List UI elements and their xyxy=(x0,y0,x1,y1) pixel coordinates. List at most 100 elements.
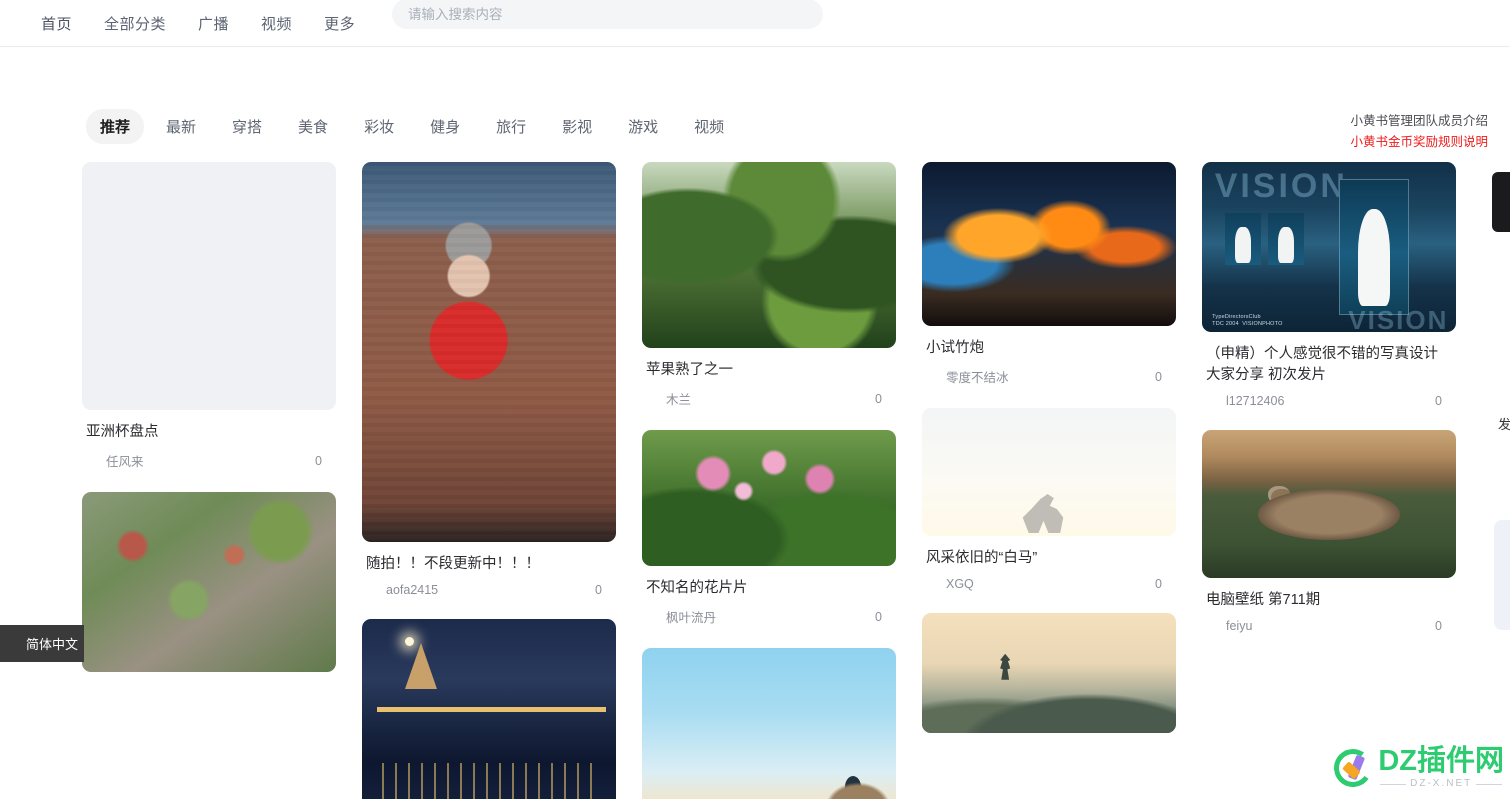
search-box[interactable] xyxy=(392,0,823,29)
feed-column-3: 苹果熟了之一 木兰 0 不知名的花片片 枫叶流丹 0 xyxy=(642,162,896,799)
feed-column-2: 随拍！！不段更新中！！！ aofa2415 0 xyxy=(362,162,616,799)
card-meta: 任风来 0 xyxy=(106,451,322,470)
clipped-card-placeholder-right[interactable] xyxy=(1494,520,1510,630)
card-author[interactable]: 任风来 xyxy=(106,451,144,470)
card-meta: XGQ 0 xyxy=(946,577,1162,591)
card-thumbnail[interactable]: VISION TypeDirectorsClub TDC 2004 VISIONP… xyxy=(1202,162,1456,332)
nav-item-video[interactable]: 视频 xyxy=(260,11,293,36)
card-title[interactable]: 电脑壁纸 第711期 xyxy=(1206,590,1452,611)
card-like-count[interactable]: 0 xyxy=(1435,619,1442,633)
language-switcher-label: 简体中文 xyxy=(25,637,78,652)
card-meta: aofa2415 0 xyxy=(386,583,602,597)
tab-newest[interactable]: 最新 xyxy=(152,109,210,144)
language-switcher-tab[interactable]: 简体中文 xyxy=(0,625,84,662)
card-thumbnail[interactable] xyxy=(82,162,336,410)
feed-card[interactable]: 随拍！！不段更新中！！！ aofa2415 0 xyxy=(362,162,616,597)
feed-card[interactable]: VISION TypeDirectorsClub TDC 2004 VISIONP… xyxy=(1202,162,1456,408)
feed-board: 亚洲杯盘点 任风来 0 随拍！！不段更新中！！！ aofa2415 0 苹果熟了… xyxy=(0,162,1510,799)
clipped-card-thumbnail-right[interactable] xyxy=(1492,172,1510,232)
tab-fitness[interactable]: 健身 xyxy=(416,109,474,144)
card-author[interactable]: aofa2415 xyxy=(386,583,438,597)
bridge-deck-shape xyxy=(377,707,606,712)
card-thumbnail[interactable] xyxy=(642,162,896,348)
nav-item-categories[interactable]: 全部分类 xyxy=(103,11,167,36)
feed-card[interactable] xyxy=(82,492,336,672)
card-title[interactable]: 风采依旧的“白马” xyxy=(926,548,1172,569)
card-like-count[interactable]: 0 xyxy=(1435,394,1442,408)
feed-card[interactable]: 苹果熟了之一 木兰 0 xyxy=(642,162,896,408)
card-author[interactable]: 木兰 xyxy=(666,389,691,408)
card-author[interactable]: 枫叶流丹 xyxy=(666,607,716,626)
card-title[interactable]: 苹果熟了之一 xyxy=(646,360,892,381)
card-like-count[interactable]: 0 xyxy=(1155,370,1162,384)
poster-title-text: VISION xyxy=(1214,167,1348,206)
card-title[interactable]: 随拍！！不段更新中！！！ xyxy=(366,554,612,575)
category-tab-row: 推荐 最新 穿搭 美食 彩妆 健身 旅行 影视 游戏 视频 xyxy=(0,100,1510,152)
feed-card[interactable] xyxy=(362,619,616,799)
feed-column-5: VISION TypeDirectorsClub TDC 2004 VISIONP… xyxy=(1202,162,1456,655)
card-author[interactable]: feiyu xyxy=(1226,619,1252,633)
poster-small-photo-2 xyxy=(1268,213,1305,265)
tab-makeup[interactable]: 彩妆 xyxy=(350,109,408,144)
card-like-count[interactable]: 0 xyxy=(595,583,602,597)
card-like-count[interactable]: 0 xyxy=(875,610,882,624)
feed-card[interactable] xyxy=(922,613,1176,733)
card-thumbnail[interactable] xyxy=(642,430,896,566)
card-meta: feiyu 0 xyxy=(1226,619,1442,633)
card-thumbnail[interactable] xyxy=(922,162,1176,326)
card-author[interactable]: XGQ xyxy=(946,577,974,591)
clipped-card-title-right[interactable]: 发 xyxy=(1498,414,1510,433)
card-author[interactable]: 零度不结冰 xyxy=(946,367,1009,386)
tab-movies[interactable]: 影视 xyxy=(548,109,606,144)
card-title[interactable]: 亚洲杯盘点 xyxy=(86,422,332,443)
poster-main-photo xyxy=(1339,179,1410,315)
nav-item-broadcast[interactable]: 广播 xyxy=(197,11,230,36)
notice-link-team-intro[interactable]: 小黄书管理团队成员介绍 xyxy=(1350,112,1488,130)
like-count-value: 0 xyxy=(875,391,882,406)
card-like-count[interactable]: 0 xyxy=(315,454,322,468)
feed-card[interactable] xyxy=(642,648,896,799)
top-navigation-bar: 首页 全部分类 广播 视频 更多 xyxy=(0,0,1510,47)
card-like-count[interactable]: 0 xyxy=(875,392,882,406)
tab-food[interactable]: 美食 xyxy=(284,109,342,144)
card-title[interactable]: 不知名的花片片 xyxy=(646,578,892,599)
card-like-count[interactable]: 0 xyxy=(1155,577,1162,591)
tab-travel[interactable]: 旅行 xyxy=(482,109,540,144)
like-count-value: 0 xyxy=(315,453,322,468)
like-count-value: 0 xyxy=(1155,369,1162,384)
feed-card[interactable]: 风采依旧的“白马” XGQ 0 xyxy=(922,408,1176,591)
feed-card[interactable]: 亚洲杯盘点 任风来 0 xyxy=(82,162,336,470)
feed-card[interactable]: 不知名的花片片 枫叶流丹 0 xyxy=(642,430,896,626)
notice-link-coin-rules[interactable]: 小黄书金币奖励规则说明 xyxy=(1350,133,1488,151)
tab-video[interactable]: 视频 xyxy=(680,109,738,144)
card-meta: 零度不结冰 0 xyxy=(946,367,1162,386)
tab-recommend[interactable]: 推荐 xyxy=(86,108,145,144)
like-count-value: 0 xyxy=(1155,577,1162,591)
poster-small-photo-1 xyxy=(1224,213,1261,265)
feed-column-1: 亚洲杯盘点 任风来 0 xyxy=(82,162,336,694)
nav-item-more[interactable]: 更多 xyxy=(323,11,356,36)
card-thumbnail[interactable] xyxy=(922,408,1176,536)
card-thumbnail[interactable] xyxy=(642,648,896,799)
card-thumbnail[interactable] xyxy=(922,613,1176,733)
search-input[interactable] xyxy=(408,0,807,29)
card-meta: 木兰 0 xyxy=(666,389,882,408)
card-thumbnail[interactable] xyxy=(82,492,336,672)
nav-link-group: 首页 全部分类 广播 视频 更多 xyxy=(40,11,356,36)
tab-outfit[interactable]: 穿搭 xyxy=(218,109,276,144)
card-thumbnail[interactable] xyxy=(362,162,616,542)
tab-games[interactable]: 游戏 xyxy=(614,109,672,144)
card-thumbnail[interactable] xyxy=(362,619,616,799)
feed-column-4: 小试竹炮 零度不结冰 0 风采依旧的“白马” XGQ 0 xyxy=(922,162,1176,755)
like-count-value: 0 xyxy=(1435,394,1442,408)
notice-links: 小黄书管理团队成员介绍 小黄书金币奖励规则说明 xyxy=(1350,112,1488,151)
card-meta: l12712406 0 xyxy=(1226,394,1442,408)
card-thumbnail[interactable] xyxy=(1202,430,1456,578)
card-title[interactable]: （申精）个人感觉很不错的写真设计 大家分享 初次发片 xyxy=(1206,344,1452,386)
feed-card[interactable]: 小试竹炮 零度不结冰 0 xyxy=(922,162,1176,386)
poster-credit-text: TypeDirectorsClub TDC 2004 VISIONPHOTO xyxy=(1212,314,1283,327)
nav-item-home[interactable]: 首页 xyxy=(40,11,73,36)
feed-card[interactable]: 电脑壁纸 第711期 feiyu 0 xyxy=(1202,430,1456,633)
card-title[interactable]: 小试竹炮 xyxy=(926,338,1172,359)
card-author[interactable]: l12712406 xyxy=(1226,394,1284,408)
